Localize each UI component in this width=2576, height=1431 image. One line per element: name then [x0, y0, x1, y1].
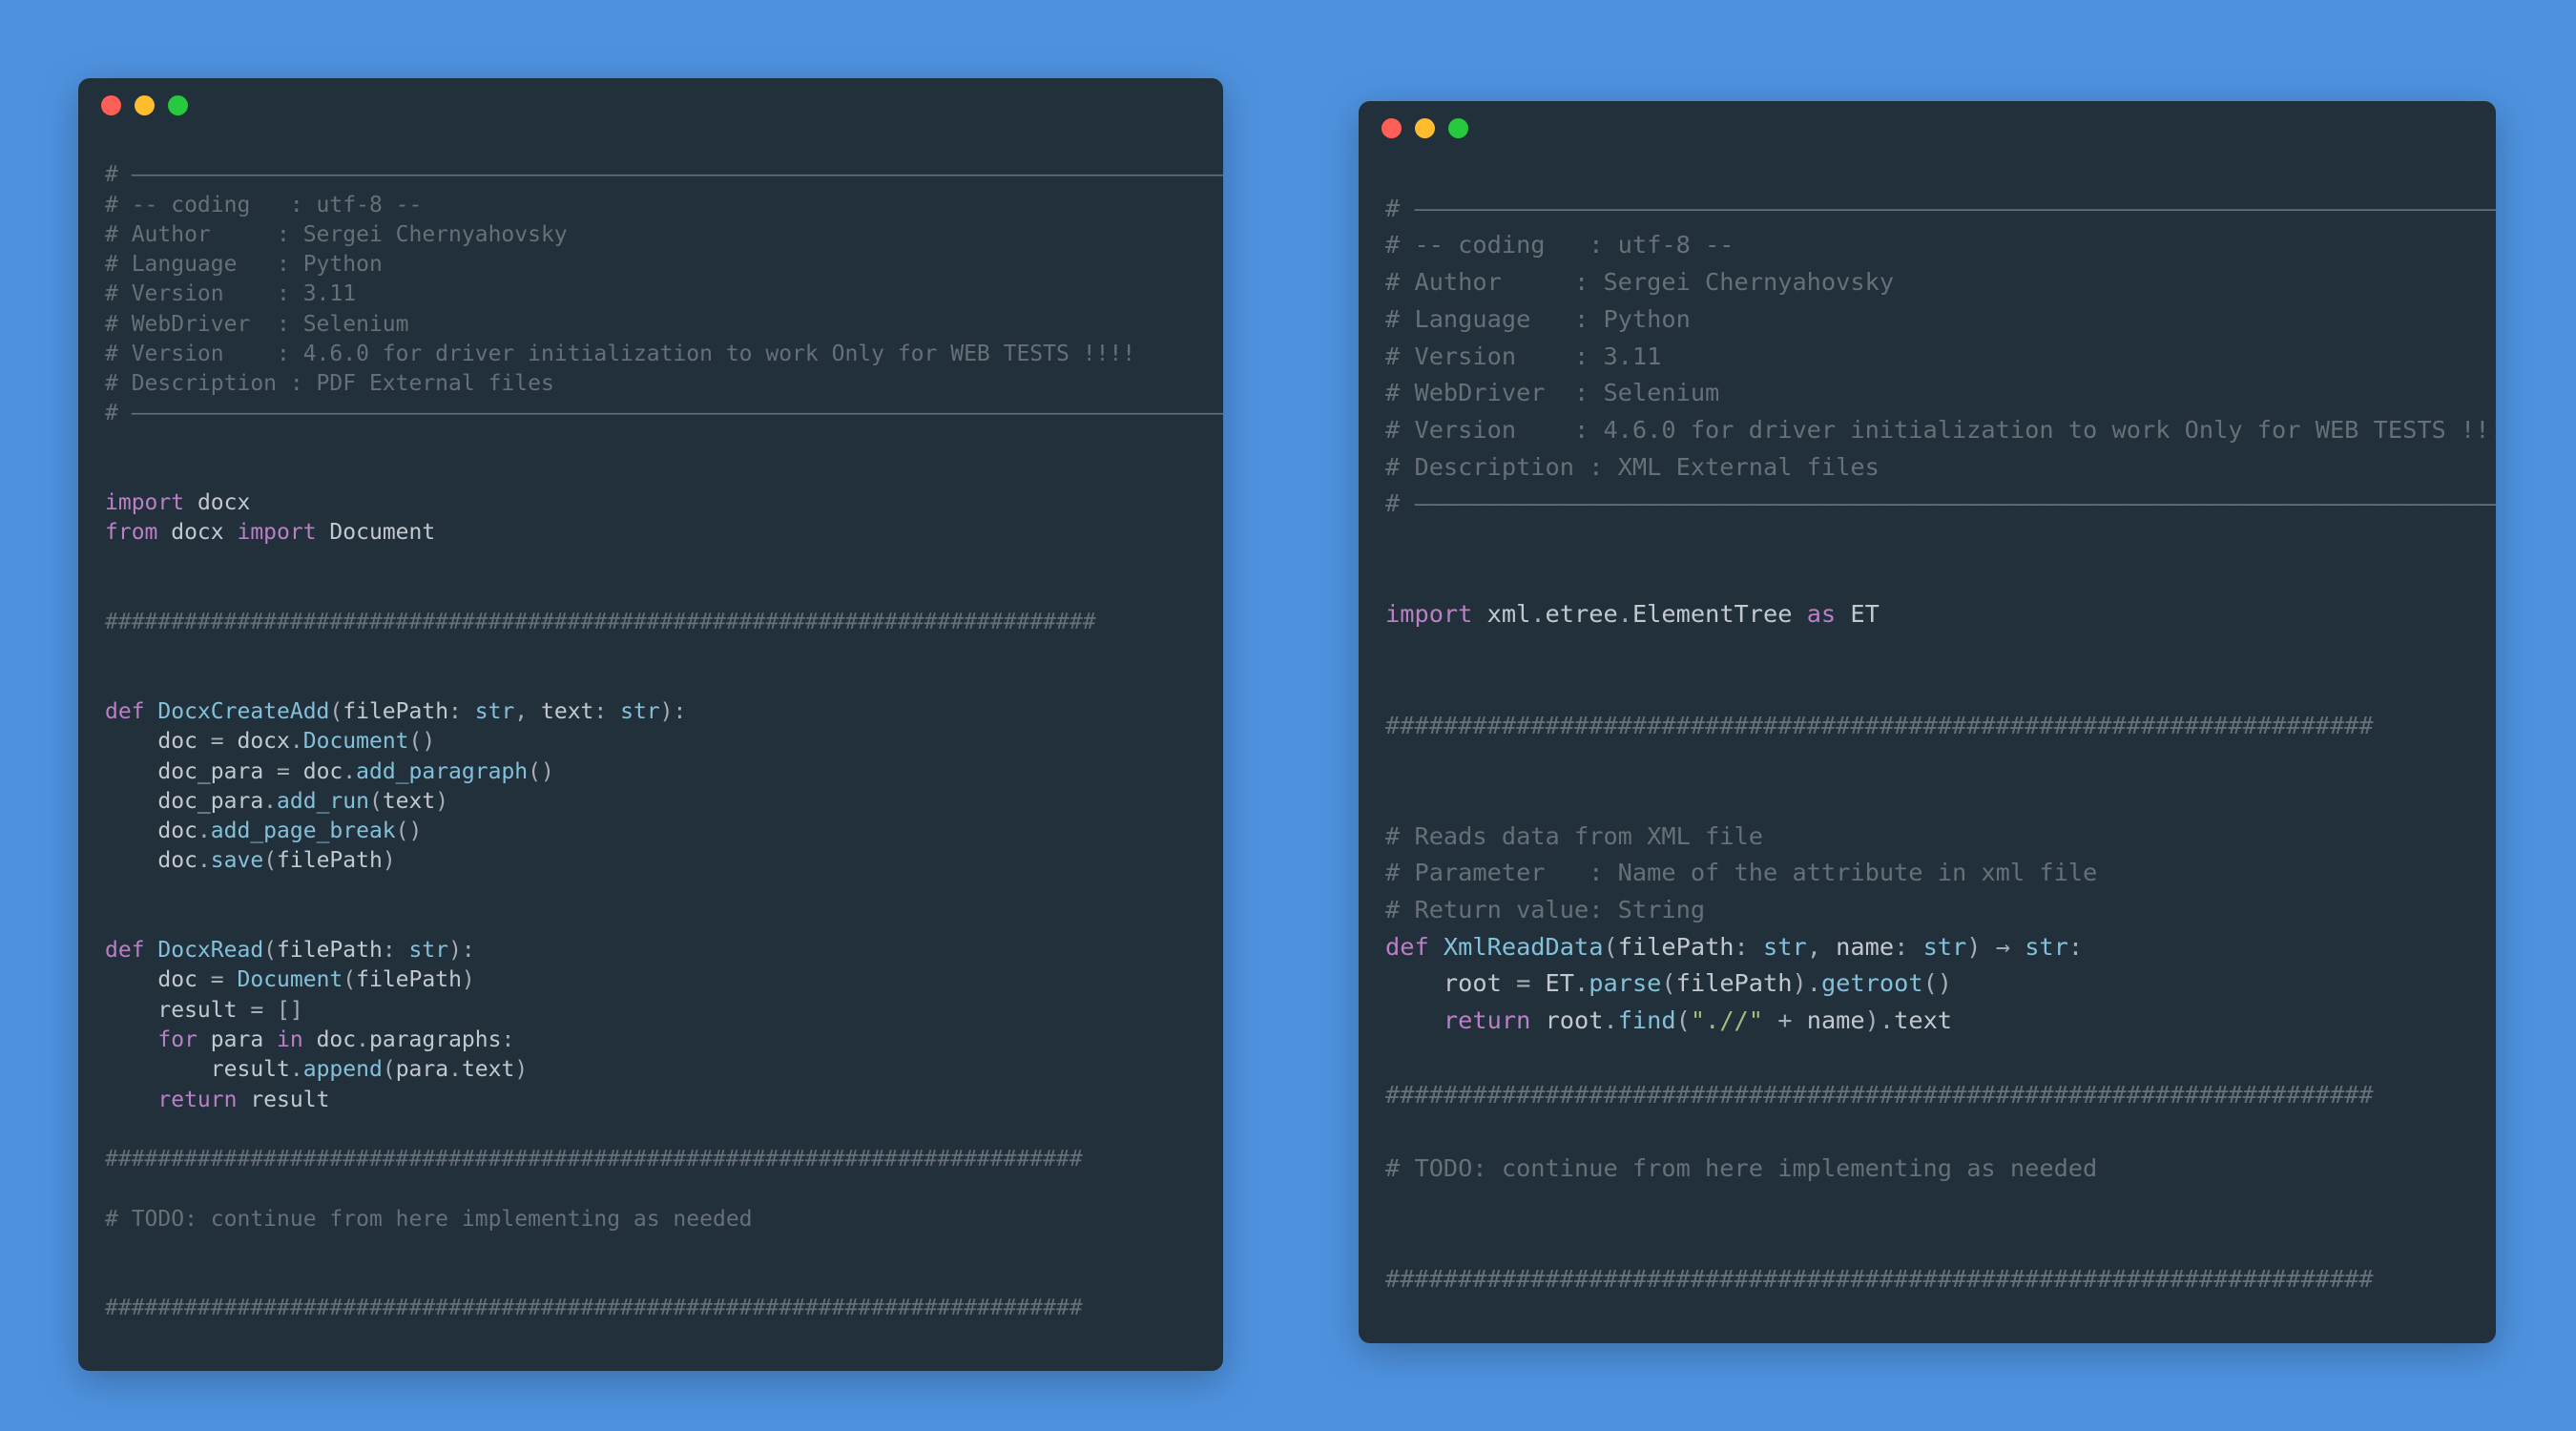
kw-in: in	[277, 1027, 303, 1052]
window-controls	[1359, 118, 2496, 154]
section-separator: ########################################…	[105, 1147, 1083, 1172]
close-icon[interactable]	[101, 95, 121, 115]
header-webdriver: # WebDriver : Selenium	[1385, 379, 1719, 406]
arrow-icon: →	[1996, 933, 2025, 961]
kw-return: return	[1444, 1006, 1530, 1034]
param: text	[541, 699, 593, 724]
header-description: # Description : PDF External files	[105, 371, 554, 396]
zoom-icon[interactable]	[168, 95, 188, 115]
minimize-icon[interactable]	[1415, 118, 1435, 138]
header-webdriver: # WebDriver : Selenium	[105, 312, 409, 337]
kw-return: return	[157, 1088, 237, 1112]
func-name: XmlReadData	[1444, 933, 1604, 961]
import-name: Document	[317, 520, 436, 545]
param: filePath	[343, 699, 448, 724]
code-window-left: # ——————————————————————————————————————…	[78, 78, 1223, 1371]
kw-def: def	[105, 938, 157, 963]
header-version: # Version : 3.11	[105, 281, 356, 306]
doc-comment: # Reads data from XML file	[1385, 822, 1763, 850]
func-name: DocxRead	[157, 938, 263, 963]
section-separator: ########################################…	[105, 610, 1096, 634]
type: str	[409, 938, 449, 963]
header-language: # Language : Python	[105, 252, 383, 277]
kw-as: as	[1807, 600, 1836, 628]
code-area-left[interactable]: # ——————————————————————————————————————…	[78, 131, 1223, 1324]
header-rule: # ——————————————————————————————————————…	[105, 399, 1223, 428]
header-description: # Description : XML External files	[1385, 453, 1880, 481]
type: str	[1763, 933, 1807, 961]
header-author: # Author : Sergei Chernyahovsky	[1385, 268, 1894, 296]
header-drv-version: # Version : 4.6.0 for driver initializat…	[1385, 416, 2496, 444]
func-name: DocxCreateAdd	[157, 699, 329, 724]
kw-import: import	[237, 520, 316, 545]
header-language: # Language : Python	[1385, 305, 1691, 333]
code-window-right: # ——————————————————————————————————————…	[1359, 101, 2496, 1343]
type: str	[2025, 933, 2068, 961]
kw-def: def	[1385, 933, 1444, 961]
doc-comment: # Return value: String	[1385, 896, 1705, 923]
param: filePath	[1618, 933, 1735, 961]
type: str	[620, 699, 660, 724]
close-icon[interactable]	[1381, 118, 1402, 138]
section-separator: ########################################…	[1385, 1265, 2374, 1293]
kw-import: import	[105, 490, 184, 515]
header-version: # Version : 3.11	[1385, 342, 1661, 370]
header-rule: # ——————————————————————————————————————…	[1385, 486, 2496, 523]
header-author: # Author : Sergei Chernyahovsky	[105, 222, 568, 247]
todo-comment: # TODO: continue from here implementing …	[1385, 1154, 2097, 1182]
minimize-icon[interactable]	[135, 95, 155, 115]
string-literal: ".//"	[1691, 1006, 1763, 1034]
header-coding: # -- coding : utf-8 --	[105, 193, 422, 218]
import-module: docx	[184, 490, 250, 515]
param: filePath	[277, 938, 383, 963]
zoom-icon[interactable]	[1448, 118, 1468, 138]
type: str	[1923, 933, 1967, 961]
section-separator: ########################################…	[1385, 1081, 2374, 1109]
window-controls	[78, 95, 1223, 131]
header-coding: # -- coding : utf-8 --	[1385, 231, 1735, 259]
import-module: docx	[157, 520, 237, 545]
type: str	[475, 699, 515, 724]
header-rule: # ——————————————————————————————————————…	[105, 160, 1223, 190]
section-separator: ########################################…	[1385, 712, 2374, 739]
kw-def: def	[105, 699, 157, 724]
todo-comment: # TODO: continue from here implementing …	[105, 1207, 753, 1232]
header-drv-version: # Version : 4.6.0 for driver initializat…	[105, 342, 1135, 366]
doc-comment: # Parameter : Name of the attribute in x…	[1385, 859, 2097, 886]
param: name	[1836, 933, 1894, 961]
header-rule: # ——————————————————————————————————————…	[1385, 191, 2496, 228]
kw-from: from	[105, 520, 157, 545]
kw-import: import	[1385, 600, 1472, 628]
kw-for: for	[157, 1027, 197, 1052]
code-area-right[interactable]: # ——————————————————————————————————————…	[1359, 154, 2496, 1298]
section-separator: ########################################…	[105, 1296, 1083, 1320]
